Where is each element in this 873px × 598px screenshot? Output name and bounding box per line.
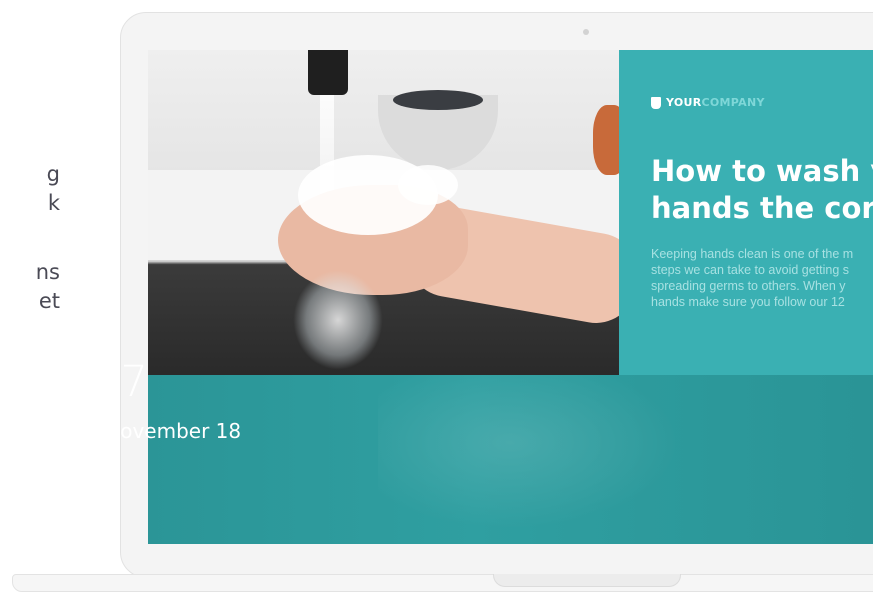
headline-line: hands the corr xyxy=(651,191,873,225)
company-logo-icon xyxy=(651,96,661,109)
water-splash xyxy=(293,270,383,370)
soap-foam xyxy=(398,165,458,205)
band-texture xyxy=(378,375,708,544)
clock-time: 10:47 xyxy=(20,357,149,407)
hands-washing-photo xyxy=(148,50,619,375)
laptop-opening-notch xyxy=(493,574,681,587)
faucet-icon xyxy=(308,50,348,95)
side-text-line: ns xyxy=(35,260,60,284)
side-text-line: et xyxy=(38,289,60,313)
body-line: spreading germs to others. When y xyxy=(651,279,846,293)
side-text-line: k xyxy=(47,191,60,215)
logo-text-your: YOUR xyxy=(666,96,702,109)
side-text-line: g xyxy=(46,162,60,186)
laptop-screen: YOUR COMPANY How to wash y hands the cor… xyxy=(148,50,873,544)
body-line: Keeping hands clean is one of the m xyxy=(651,247,854,261)
photo-fruit xyxy=(593,105,619,175)
webcam-icon xyxy=(583,29,589,35)
clock-band xyxy=(148,375,873,544)
photo-bowl-contents xyxy=(393,90,483,110)
company-logo: YOUR COMPANY xyxy=(651,96,765,109)
headline-line: How to wash y xyxy=(651,154,873,188)
body-copy: Keeping hands clean is one of the m step… xyxy=(651,246,873,310)
info-panel: YOUR COMPANY How to wash y hands the cor… xyxy=(619,50,873,375)
laptop-base xyxy=(12,574,873,592)
cropped-side-text: g k ns et xyxy=(0,160,60,316)
body-line: hands make sure you follow our 12 xyxy=(651,295,845,309)
headline: How to wash y hands the corr xyxy=(651,153,873,227)
logo-text-company: COMPANY xyxy=(701,96,765,109)
side-text-gap xyxy=(0,218,60,258)
clock-date: monday november 18 xyxy=(20,419,242,443)
body-line: steps we can take to avoid getting s xyxy=(651,263,850,277)
